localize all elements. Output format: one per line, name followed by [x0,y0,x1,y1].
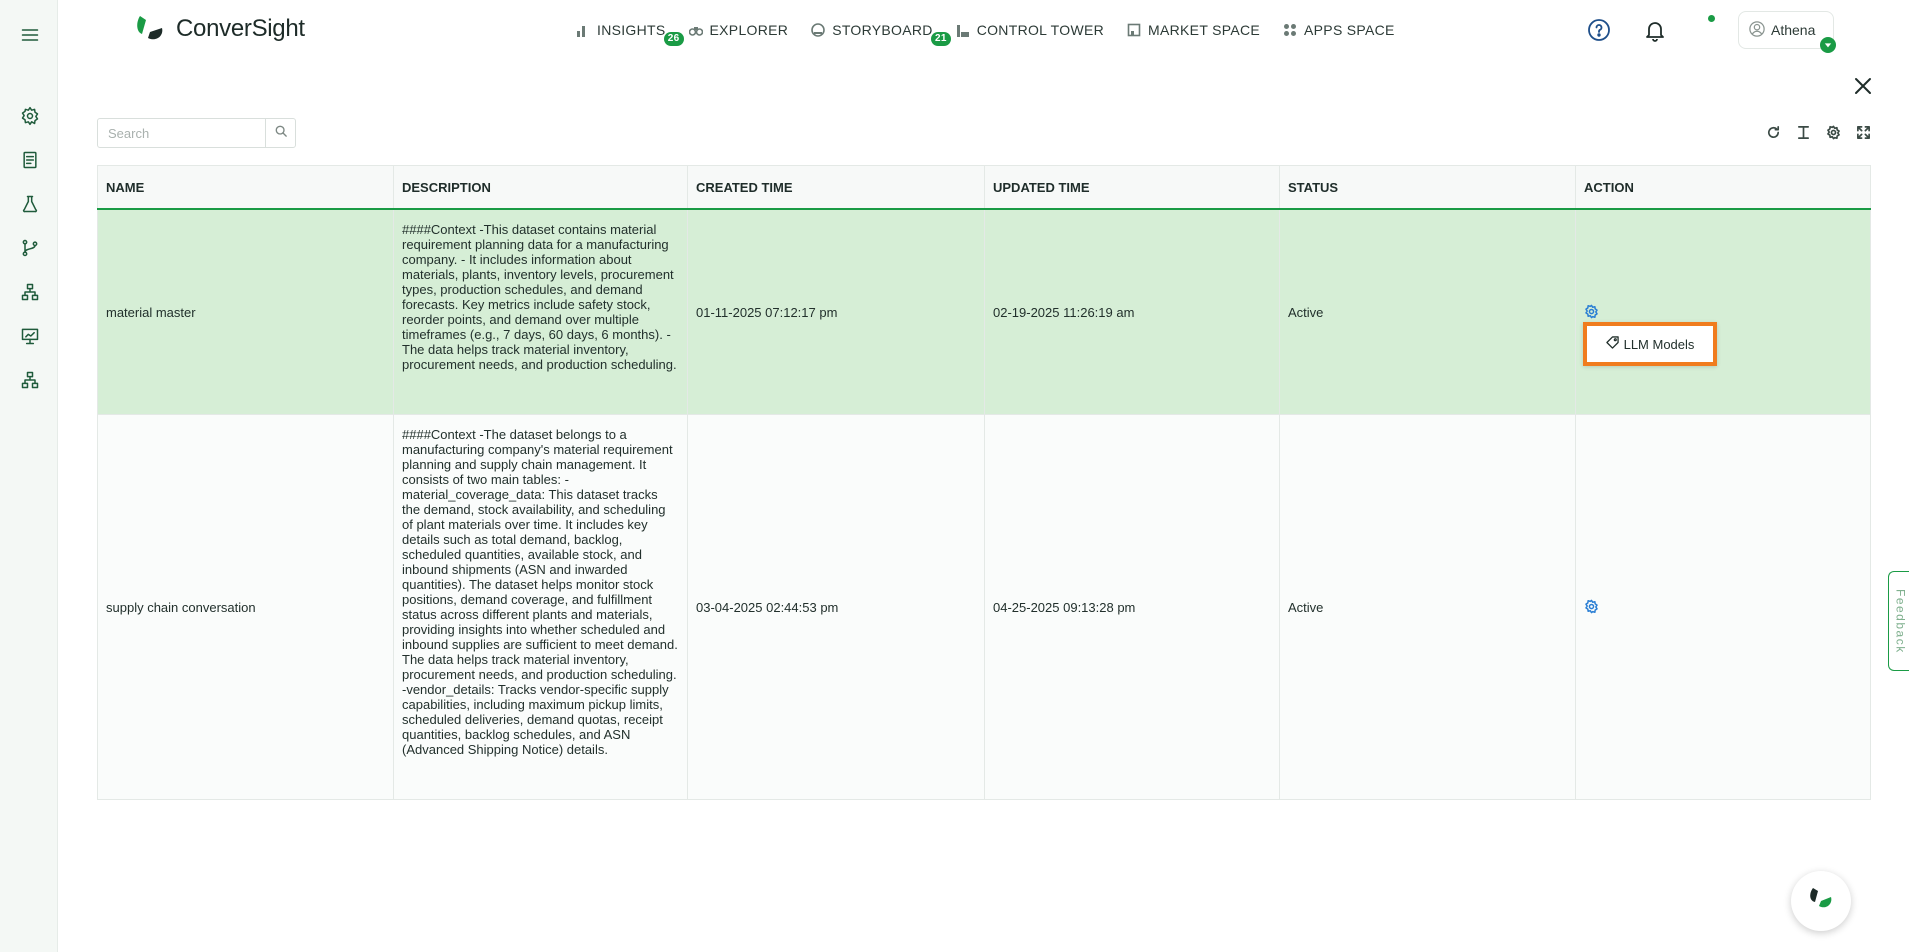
nav-insights[interactable]: INSIGHTS 26 [576,20,684,46]
column-header-action[interactable]: ACTION [1575,166,1871,208]
conversight-bot-icon [1804,882,1838,921]
cell-status: Active [1279,415,1575,799]
branch-icon[interactable] [19,237,41,259]
column-header-status[interactable]: STATUS [1279,166,1575,208]
org-chart-icon[interactable] [19,369,41,391]
app-logo[interactable]: ConverSight [134,12,305,46]
tag-icon [1605,336,1619,352]
cell-created-time: 01-11-2025 07:12:17 pm [687,210,984,414]
table-toolbar [1765,124,1871,140]
bar-chart-icon [576,23,590,37]
refresh-icon[interactable] [1765,124,1781,140]
table-settings-icon[interactable] [1825,124,1841,140]
nav-badge: 26 [663,32,684,46]
search-icon [275,124,287,142]
nav-storyboard[interactable]: STORYBOARD 21 [811,20,951,46]
presentation-icon[interactable] [19,325,41,347]
cell-name: material master [97,210,393,414]
user-name: Athena [1771,22,1816,38]
nav-badge: 21 [930,32,951,46]
dataset-table: NAME DESCRIPTION CREATED TIME UPDATED TI… [97,165,1871,800]
column-header-created-time[interactable]: CREATED TIME [687,166,984,208]
llm-models-menu-item[interactable]: LLM Models [1583,322,1717,366]
main-nav: INSIGHTS 26 EXPLORER STORYBOARD 21 CONTR… [576,20,1418,46]
nav-label: STORYBOARD [832,22,933,38]
cell-updated-time: 02-19-2025 11:26:19 am [984,210,1279,414]
llm-models-label: LLM Models [1623,336,1695,352]
cell-status: Active [1279,210,1575,414]
column-header-description[interactable]: DESCRIPTION [393,166,687,208]
nav-explorer[interactable]: EXPLORER [688,20,789,40]
cell-name: supply chain conversation [97,415,393,799]
cell-description: ####Context -This dataset contains mater… [393,210,687,414]
column-header-updated-time[interactable]: UPDATED TIME [984,166,1279,208]
hamburger-menu-icon[interactable] [19,24,41,46]
settings-icon[interactable] [19,105,41,127]
flask-icon[interactable] [19,193,41,215]
search-box [97,118,296,148]
search-input[interactable] [98,119,265,147]
assistant-chat-button[interactable] [1791,871,1851,931]
notification-dot [1708,15,1715,22]
cell-created-time: 03-04-2025 02:44:53 pm [687,415,984,799]
column-resize-icon[interactable] [1795,124,1811,140]
report-icon[interactable] [19,149,41,171]
table-row[interactable]: material master ####Context -This datase… [97,210,1871,415]
chevron-down-icon[interactable] [1820,37,1836,53]
nav-label: INSIGHTS [597,22,666,38]
nav-label: MARKET SPACE [1148,22,1261,38]
tower-icon [956,23,970,37]
binoculars-icon [688,23,703,37]
cell-description: ####Context -The dataset belongs to a ma… [393,415,687,799]
table-header: NAME DESCRIPTION CREATED TIME UPDATED TI… [97,165,1871,210]
nav-market-space[interactable]: MARKET SPACE [1127,20,1260,40]
feedback-tab[interactable]: Feedback [1888,571,1909,671]
grid-icon [1283,23,1297,37]
left-rail [0,0,58,952]
cell-action [1575,415,1871,799]
hierarchy-icon[interactable] [19,281,41,303]
nav-label: APPS SPACE [1304,22,1395,38]
market-icon [1127,23,1141,37]
help-icon[interactable] [1587,18,1611,42]
column-header-name[interactable]: NAME [97,166,393,208]
notification-bell-icon[interactable] [1643,18,1667,42]
user-avatar-icon [1749,20,1765,40]
app-name: ConverSight [176,15,305,42]
storyboard-icon [811,23,825,37]
nav-label: CONTROL TOWER [976,22,1105,38]
cell-action: LLM Models [1575,210,1871,414]
gear-icon[interactable] [1584,304,1600,320]
search-button[interactable] [265,119,295,147]
conversight-logo-icon [134,12,168,46]
top-bar: ConverSight INSIGHTS 26 EXPLORER STORYBO… [58,0,1909,60]
fullscreen-icon[interactable] [1855,124,1871,140]
table-row[interactable]: supply chain conversation ####Context -T… [97,415,1871,800]
close-icon[interactable] [1852,75,1874,97]
nav-apps-space[interactable]: APPS SPACE [1283,20,1395,40]
nav-control-tower[interactable]: CONTROL TOWER [956,20,1104,40]
nav-label: EXPLORER [709,22,789,38]
cell-updated-time: 04-25-2025 09:13:28 pm [984,415,1279,799]
gear-icon[interactable] [1584,599,1600,615]
